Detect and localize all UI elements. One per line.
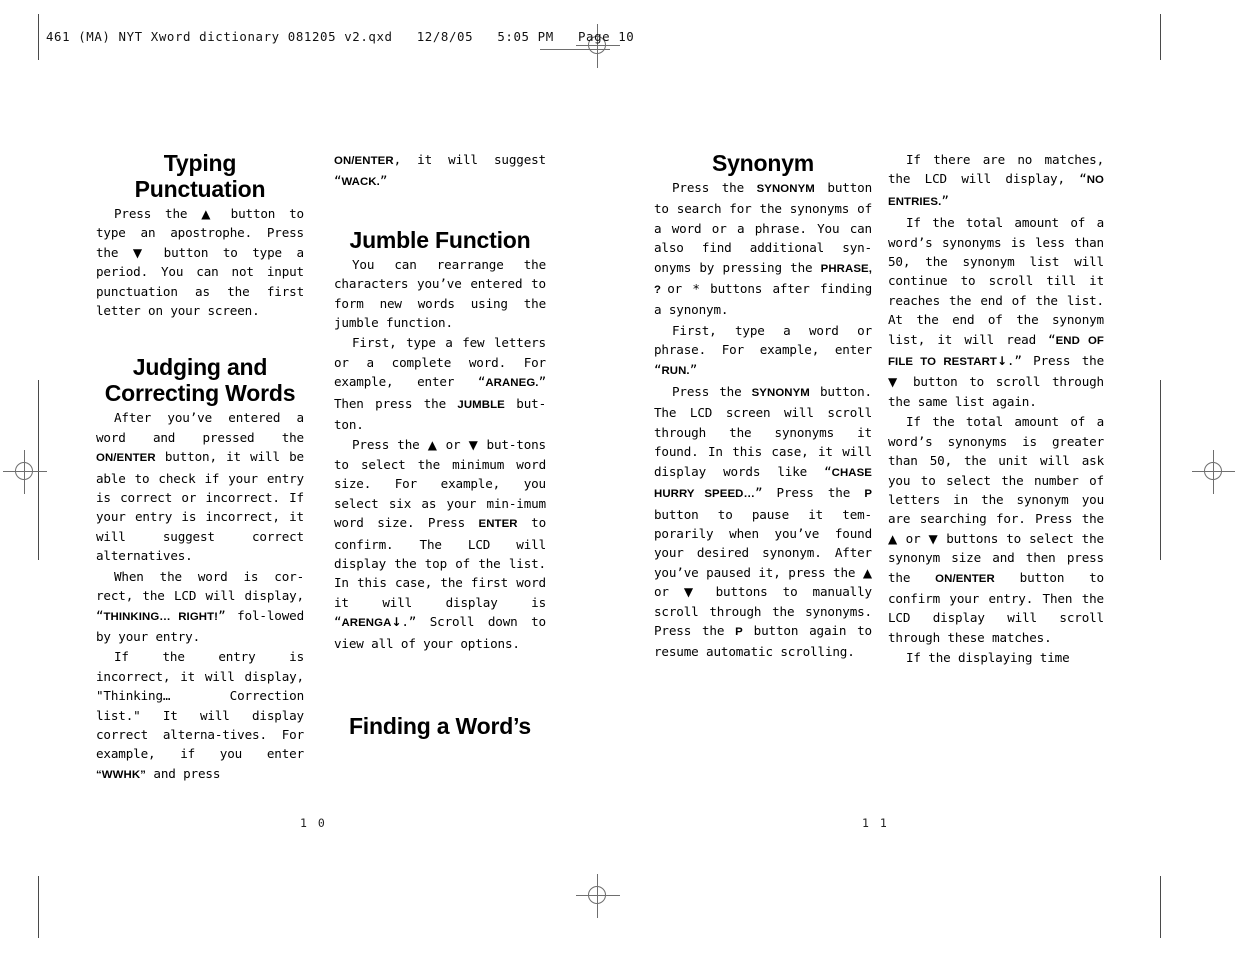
- text-run: Press the: [672, 384, 752, 400]
- text-run: button to pause it tem-porarily when you…: [654, 506, 872, 580]
- crop-rule-left-bottom: [38, 876, 39, 938]
- paragraph-synonym-scroll: Press the SYNONYM button. The LCD screen…: [654, 382, 872, 662]
- text-run: ” Press the: [754, 485, 865, 501]
- heading-judging-correcting-words: Judging and Correcting Words: [104, 354, 296, 407]
- lcd-message-run: RUN.: [661, 364, 690, 377]
- scroll-down-arrow-icon: ↓: [996, 354, 1007, 369]
- paragraph-entry-incorrect: If the entry is incorrect, it will displ…: [96, 647, 304, 785]
- slug-rule: [540, 49, 610, 50]
- paragraph-no-matches: If there are no matches, the LCD will di…: [888, 150, 1104, 212]
- registration-mark-bottom: [576, 874, 620, 918]
- crop-rule-right-top: [1160, 14, 1161, 60]
- text-run: After you’ve entered a word and pressed …: [96, 410, 304, 445]
- page-slug: 461 (MA) NYT Xword dictionary 081205 v2.…: [46, 29, 635, 44]
- paragraph-displaying-time: If the displaying time: [906, 650, 1070, 666]
- lcd-message-arenga: ARENGA: [341, 617, 392, 630]
- key-label-on-enter: ON/ENTER: [334, 155, 394, 167]
- heading-typing-punctuation: Typing Punctuation: [134, 150, 266, 202]
- registration-mark-left: [3, 450, 47, 494]
- arrow-down-icon: ▼: [888, 375, 902, 390]
- text-run: Press the: [114, 206, 202, 221]
- key-label-enter: ENTER: [478, 518, 518, 531]
- text-run: ”: [941, 192, 949, 208]
- paragraph-continued-wack: ON/ENTER, it will suggest “WACK.”: [334, 150, 546, 193]
- text-column-2: ON/ENTER, it will suggest “WACK.” Jumble…: [334, 150, 546, 741]
- text-run: If the total amount of a word’s synonyms…: [888, 215, 1104, 347]
- text-run: or * buttons after finding a synonym.: [654, 281, 873, 318]
- text-run: and press: [145, 765, 221, 781]
- paragraph-jumble-first-step: First, type a few letters or a complete …: [334, 333, 546, 434]
- text-run: or: [437, 437, 469, 453]
- paragraph-synonyms-less-than-50: If the total amount of a word’s synonyms…: [888, 213, 1104, 411]
- key-label-p: P: [735, 625, 743, 638]
- text-run: button to scroll through the same list a…: [888, 374, 1104, 409]
- key-label-phrase: PHRASE,: [820, 262, 872, 275]
- paragraph-typing-punctuation: Press the ▲ button to type an apostrophe…: [96, 204, 304, 320]
- text-run: If the total amount of a word’s synonyms…: [888, 414, 1104, 527]
- key-label-on-enter: ON/ENTER: [96, 452, 156, 465]
- registration-mark-right: [1192, 450, 1235, 494]
- registration-circle: [588, 886, 606, 904]
- arrow-down-icon: ▼: [132, 245, 150, 260]
- text-column-1: Typing Punctuation Press the ▲ button to…: [96, 150, 304, 785]
- key-label-synonym: SYNONYM: [751, 387, 810, 400]
- lcd-message-wack: WACK.: [341, 176, 380, 189]
- text-run: ”: [689, 361, 698, 377]
- text-run: or: [654, 584, 684, 600]
- heading-synonym: Synonym: [711, 150, 815, 176]
- paragraph-synonym-first-step: First, type a word or phrase. For exampl…: [654, 321, 872, 381]
- arrow-down-icon: ▼: [468, 438, 479, 453]
- text-run: If there are no matches, the LCD will di…: [888, 152, 1104, 187]
- text-column-3: Synonym Press the SYNONYM button to sear…: [654, 150, 872, 662]
- scroll-down-arrow-icon: ↓: [391, 615, 402, 630]
- paragraph-synonyms-greater-than-50: If the total amount of a word’s synonyms…: [888, 412, 1104, 647]
- registration-circle: [1204, 462, 1222, 480]
- heading-finding-a-words: Finding a Word’s: [348, 712, 532, 739]
- key-label-on-enter: ON/ENTER: [935, 572, 995, 585]
- lcd-message-thinking-right: THINKING… RIGHT!: [103, 610, 219, 623]
- arrow-up-icon: ▲: [427, 438, 438, 453]
- page-number-right: 1 1: [862, 816, 889, 830]
- arrow-up-icon: ▲: [201, 207, 217, 221]
- key-label-p: P: [864, 488, 873, 501]
- text-column-4: If there are no matches, the LCD will di…: [888, 150, 1104, 668]
- text-run: Press the: [672, 180, 757, 195]
- arrow-up-icon: ▲: [888, 531, 898, 546]
- crop-rule-right-bottom: [1160, 876, 1161, 938]
- key-label-synonym: SYNONYM: [756, 183, 815, 195]
- crop-rule-left-top: [38, 14, 39, 60]
- text-run: to confirm. The LCD will display the top…: [334, 515, 546, 630]
- text-run: If the entry is incorrect, it will displ…: [96, 649, 304, 762]
- arrow-up-icon: ▲: [862, 565, 872, 580]
- text-run: or: [897, 530, 929, 546]
- key-label-question-mark: ?: [654, 284, 668, 297]
- paragraph-jumble-word-size: Press the ▲ or ▼ but-tons to select the …: [334, 435, 546, 652]
- key-label-jumble: JUMBLE: [457, 398, 505, 411]
- arrow-down-icon: ▼: [683, 585, 701, 600]
- page-number-left: 1 0: [300, 816, 327, 830]
- text-run: Press the: [352, 437, 428, 453]
- heading-jumble-function: Jumble Function: [349, 226, 531, 253]
- registration-circle: [15, 462, 33, 480]
- paragraph-jumble-intro: You can rearrange the characters you’ve …: [334, 256, 546, 331]
- text-run: button, it will be able to check if your…: [96, 449, 304, 564]
- paragraph-synonym-intro: Press the SYNONYM button to search for t…: [654, 178, 872, 320]
- text-run: .” Press the: [1006, 353, 1104, 369]
- lcd-message-araneg: ARANEG.: [485, 377, 539, 390]
- arrow-down-icon: ▼: [928, 531, 939, 546]
- text-run: ”: [379, 173, 388, 189]
- paragraph-judging-intro: After you’ve entered a word and pressed …: [96, 408, 304, 565]
- crop-rule-right-mid: [1160, 380, 1161, 560]
- paragraph-word-correct: When the word is cor-rect, the LCD will …: [96, 567, 304, 647]
- lcd-message-wwhk: “WWHK”: [96, 768, 146, 781]
